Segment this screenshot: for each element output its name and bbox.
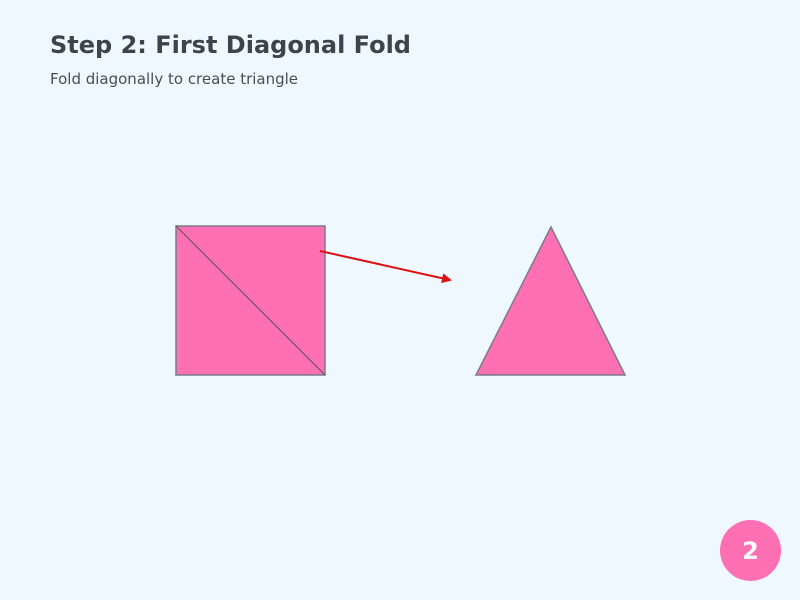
instruction-slide: Step 2: First Diagonal Fold Fold diagona… (0, 0, 800, 600)
step-number: 2 (742, 537, 759, 565)
triangle-paper-icon (474, 225, 627, 376)
fold-diagram (175, 225, 627, 376)
step-number-badge: 2 (720, 520, 781, 581)
triangle-paper (474, 225, 627, 376)
square-paper-icon (175, 225, 326, 376)
arrow-right-icon (319, 250, 452, 284)
